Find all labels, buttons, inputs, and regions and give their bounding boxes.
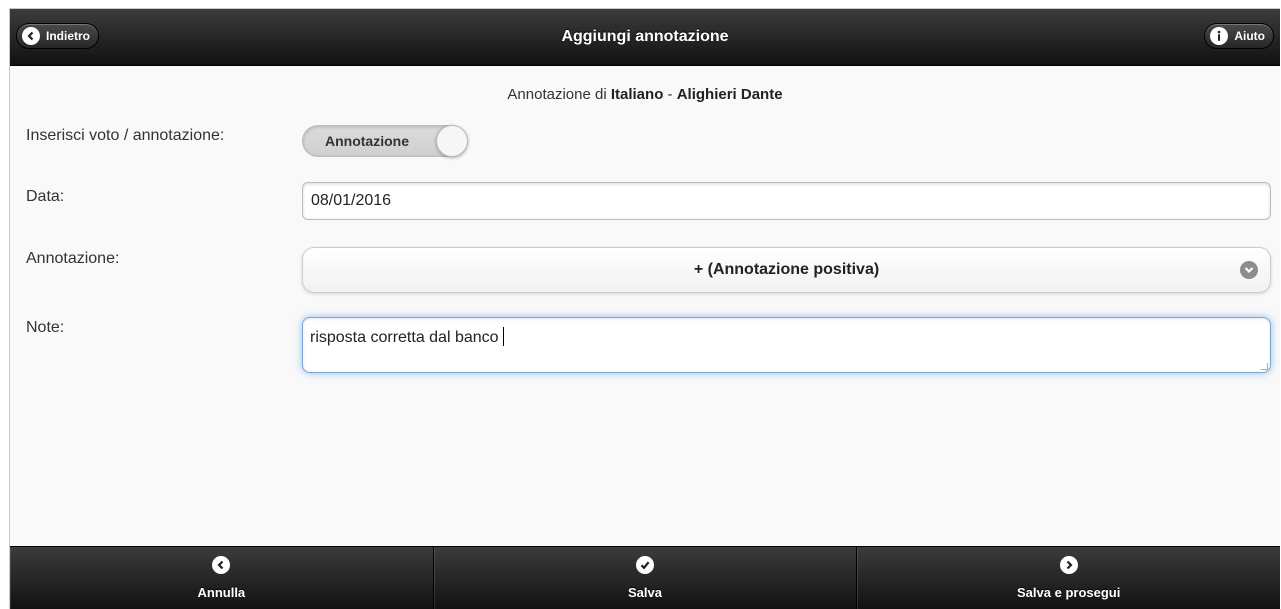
text-caret (502, 327, 504, 346)
subject-name: Italiano (610, 86, 664, 103)
footer-bar: Annulla Salva Salva e prosegui (10, 546, 1280, 609)
page-title: Aggiungi annotazione (561, 28, 729, 45)
annotation-subtitle: Annotazione di Italiano - Alighieri Dant… (10, 86, 1280, 103)
type-toggle-label: Annotazione (325, 133, 409, 149)
subtitle-separator: - (663, 86, 677, 103)
type-toggle[interactable]: Annotazione (302, 125, 468, 157)
subtitle-prefix: Annotazione di (507, 86, 611, 103)
back-button-label: Indietro (46, 29, 90, 43)
type-label: Inserisci voto / annotazione: (26, 127, 225, 144)
app-frame: Aggiungi annotazione Indietro Aiuto Anno… (9, 8, 1280, 609)
cancel-button[interactable]: Annulla (10, 547, 434, 609)
note-textarea[interactable]: risposta corretta dal banco (302, 317, 1271, 373)
help-button-label: Aiuto (1234, 29, 1265, 43)
date-input[interactable]: 08/01/2016 (302, 182, 1271, 220)
chevron-right-icon (1059, 556, 1078, 574)
student-name: Alighieri Dante (676, 86, 783, 103)
chevron-down-icon (1240, 261, 1258, 279)
note-label: Note: (26, 319, 65, 336)
save-button[interactable]: Salva (434, 547, 858, 609)
save-and-continue-button[interactable]: Salva e prosegui (857, 547, 1280, 609)
save-and-continue-label: Salva e prosegui (1017, 585, 1121, 600)
back-button[interactable]: Indietro (16, 23, 99, 49)
annotation-select-value: + (Annotazione positiva) (693, 261, 880, 278)
toggle-knob[interactable] (436, 125, 468, 157)
check-icon (636, 556, 654, 574)
annotation-select[interactable]: + (Annotazione positiva) (302, 247, 1271, 293)
save-button-label: Salva (628, 585, 662, 600)
date-label: Data: (26, 188, 65, 205)
chevron-left-icon (212, 556, 231, 574)
help-button[interactable]: Aiuto (1204, 23, 1274, 49)
header-bar: Aggiungi annotazione Indietro Aiuto (10, 9, 1280, 66)
annotation-label: Annotazione: (26, 250, 120, 267)
resize-grip-icon[interactable] (1261, 363, 1268, 370)
info-icon (1210, 27, 1229, 45)
note-text: risposta corretta dal banco (310, 329, 499, 346)
cancel-button-label: Annulla (197, 585, 246, 600)
chevron-left-icon (22, 27, 40, 45)
